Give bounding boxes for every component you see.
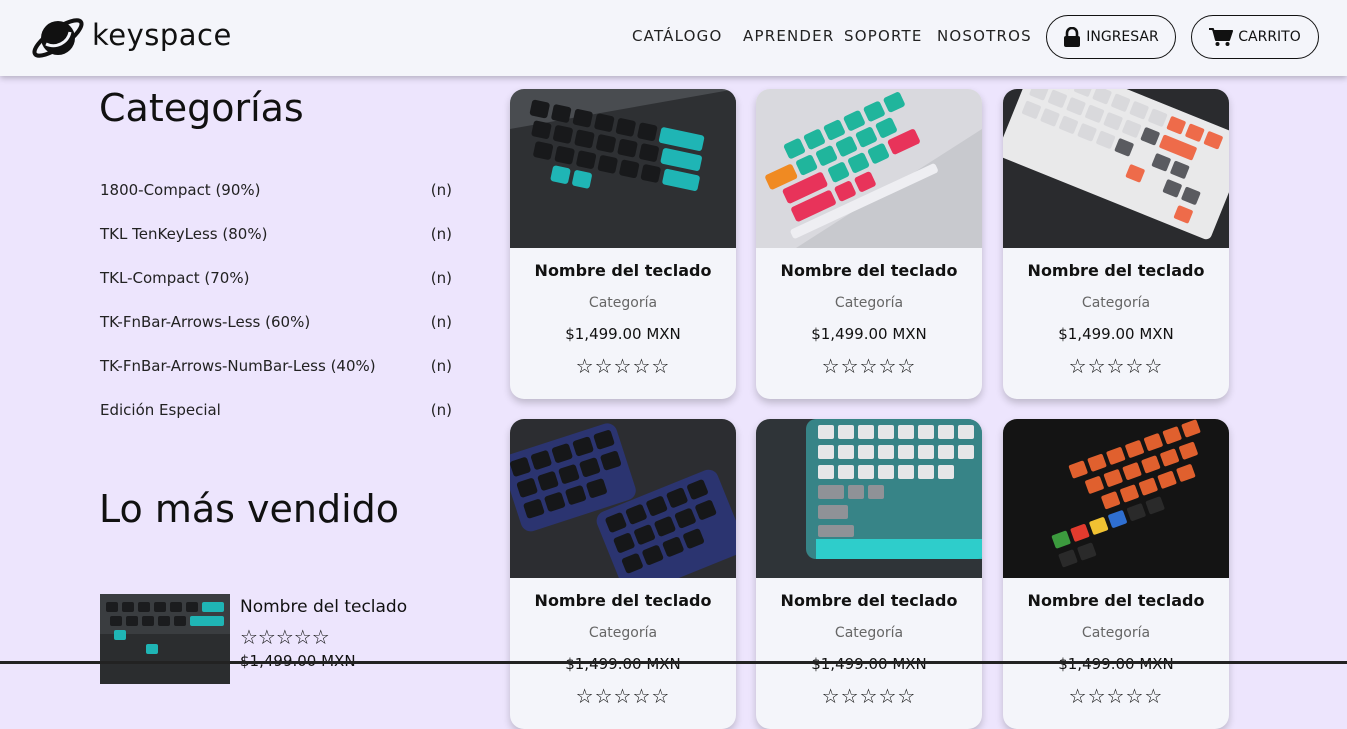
- product-name[interactable]: Nombre del teclado: [1003, 261, 1229, 280]
- product-image[interactable]: [1003, 419, 1229, 578]
- category-count: (n): [430, 401, 452, 419]
- category-item[interactable]: TKL-Compact (70%) (n): [100, 269, 452, 287]
- category-label: TKL TenKeyLess (80%): [100, 225, 268, 243]
- product-name[interactable]: Nombre del teclado: [510, 261, 736, 280]
- star-outline-icon[interactable]: ☆☆☆☆☆: [822, 354, 917, 378]
- category-item[interactable]: TK-FnBar-Arrows-NumBar-Less (40%) (n): [100, 357, 452, 375]
- nav-learn-link[interactable]: APRENDER: [743, 27, 834, 45]
- best-seller-name[interactable]: Nombre del teclado: [240, 597, 407, 617]
- star-rating[interactable]: ☆☆☆☆☆: [1003, 354, 1229, 378]
- star-outline-icon[interactable]: ☆☆☆☆☆: [576, 684, 671, 708]
- star-rating[interactable]: ☆☆☆☆☆: [510, 354, 736, 378]
- star-outline-icon[interactable]: ☆☆☆☆☆: [576, 354, 671, 378]
- cart-button[interactable]: CARRITO: [1191, 15, 1319, 59]
- product-price: $1,499.00 MXN: [1058, 325, 1174, 343]
- category-count: (n): [430, 225, 452, 243]
- product-card[interactable]: Nombre del teclado Categoría $1,499.00 M…: [1003, 419, 1229, 729]
- star-outline-icon[interactable]: ☆☆☆☆☆: [822, 684, 917, 708]
- star-rating[interactable]: ☆☆☆☆☆: [756, 354, 982, 378]
- product-category: Categoría: [588, 625, 658, 641]
- product-image[interactable]: [510, 419, 736, 578]
- category-label: TK-FnBar-Arrows-Less (60%): [100, 313, 311, 331]
- category-item[interactable]: TKL TenKeyLess (80%) (n): [100, 225, 452, 243]
- product-name[interactable]: Nombre del teclado: [756, 261, 982, 280]
- login-button[interactable]: INGRESAR: [1046, 15, 1176, 59]
- product-card[interactable]: Nombre del teclado Categoría $1,499.00 M…: [510, 419, 736, 729]
- product-category: Categoría: [588, 295, 658, 311]
- category-item[interactable]: TK-FnBar-Arrows-Less (60%) (n): [100, 313, 452, 331]
- product-name[interactable]: Nombre del teclado: [510, 591, 736, 610]
- product-name[interactable]: Nombre del teclado: [1003, 591, 1229, 610]
- category-item[interactable]: 1800-Compact (90%) (n): [100, 181, 452, 199]
- product-image[interactable]: [1003, 89, 1229, 248]
- product-card[interactable]: Nombre del teclado Categoría $1,499.00 M…: [510, 89, 736, 399]
- product-price: $1,499.00 MXN: [565, 325, 681, 343]
- brand-name[interactable]: keyspace: [92, 18, 232, 52]
- star-outline-icon[interactable]: ☆☆☆☆☆: [1069, 684, 1164, 708]
- product-category: Categoría: [834, 625, 904, 641]
- login-label: INGRESAR: [1086, 29, 1159, 45]
- star-outline-icon[interactable]: ☆☆☆☆☆: [1069, 354, 1164, 378]
- cart-label: CARRITO: [1238, 29, 1301, 45]
- category-label: 1800-Compact (90%): [100, 181, 261, 199]
- product-price: $1,499.00 MXN: [565, 655, 681, 673]
- best-seller-rating: ☆☆☆☆☆: [240, 625, 330, 649]
- product-card[interactable]: Nombre del teclado Categoría $1,499.00 M…: [756, 419, 982, 729]
- product-image[interactable]: [756, 89, 982, 248]
- top-navbar: keyspace CATÁLOGO APRENDER SOPORTE NOSOT…: [0, 0, 1347, 76]
- product-card[interactable]: Nombre del teclado Categoría $1,499.00 M…: [1003, 89, 1229, 399]
- category-label: TK-FnBar-Arrows-NumBar-Less (40%): [100, 357, 376, 375]
- product-category: Categoría: [1081, 625, 1151, 641]
- category-item[interactable]: Edición Especial (n): [100, 401, 452, 419]
- planet-logo-icon[interactable]: [28, 10, 88, 66]
- nav-about-link[interactable]: NOSOTROS: [937, 27, 1032, 45]
- category-count: (n): [430, 357, 452, 375]
- best-seller-image[interactable]: [100, 594, 230, 684]
- star-rating[interactable]: ☆☆☆☆☆: [756, 684, 982, 708]
- category-count: (n): [430, 313, 452, 331]
- product-price: $1,499.00 MXN: [811, 325, 927, 343]
- categories-heading: Categorías: [99, 86, 304, 130]
- star-rating[interactable]: ☆☆☆☆☆: [1003, 684, 1229, 708]
- product-category: Categoría: [834, 295, 904, 311]
- product-price: $1,499.00 MXN: [811, 655, 927, 673]
- product-name[interactable]: Nombre del teclado: [756, 591, 982, 610]
- product-category: Categoría: [1081, 295, 1151, 311]
- product-image[interactable]: [510, 89, 736, 248]
- nav-catalog-link[interactable]: CATÁLOGO: [632, 27, 723, 45]
- category-label: TKL-Compact (70%): [100, 269, 250, 287]
- product-price: $1,499.00 MXN: [1058, 655, 1174, 673]
- product-card[interactable]: Nombre del teclado Categoría $1,499.00 M…: [756, 89, 982, 399]
- star-rating[interactable]: ☆☆☆☆☆: [510, 684, 736, 708]
- lock-icon: [1064, 27, 1081, 47]
- category-count: (n): [430, 269, 452, 287]
- product-image[interactable]: [756, 419, 982, 578]
- category-label: Edición Especial: [100, 401, 221, 419]
- cart-icon: [1209, 28, 1234, 46]
- category-count: (n): [430, 181, 452, 199]
- nav-support-link[interactable]: SOPORTE: [844, 27, 923, 45]
- best-sellers-heading: Lo más vendido: [99, 487, 400, 531]
